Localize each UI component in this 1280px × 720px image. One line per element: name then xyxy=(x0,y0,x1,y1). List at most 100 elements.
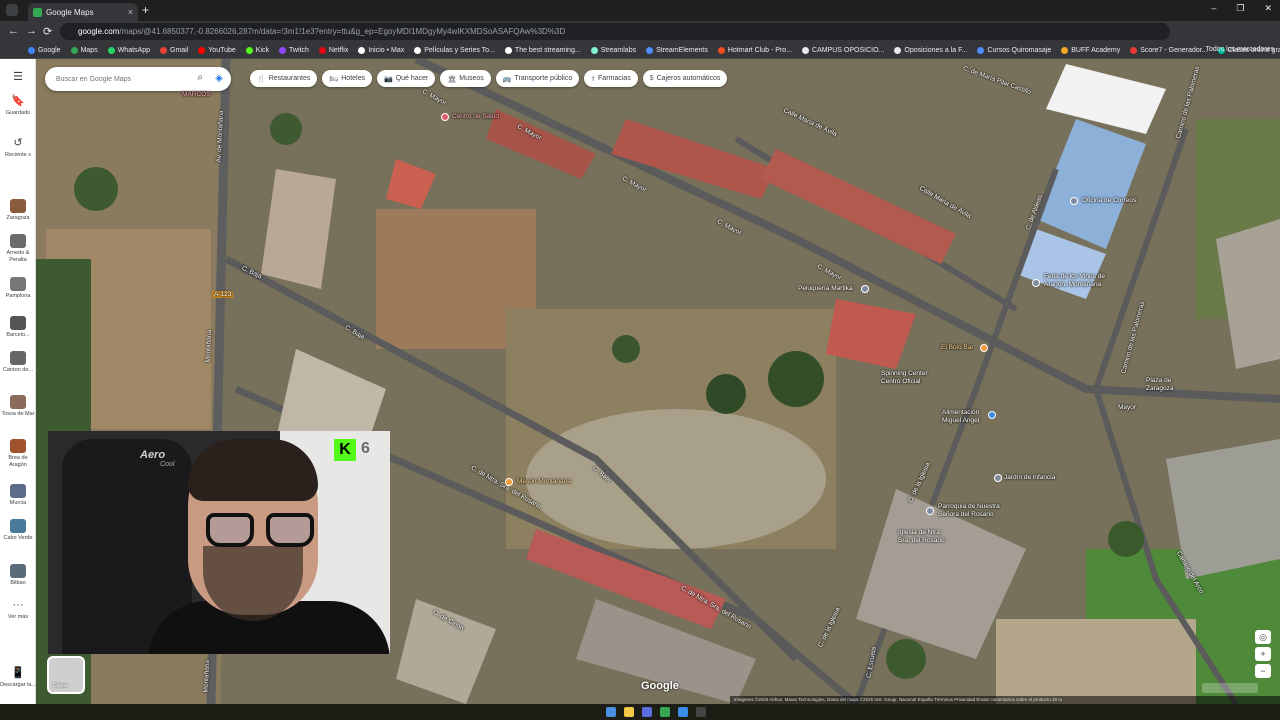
directions-icon[interactable]: ◈ xyxy=(211,71,227,87)
bookmark-item[interactable]: Twitch xyxy=(279,46,309,54)
bookmark-item[interactable]: Cursos Quiromasaje xyxy=(977,46,1051,54)
rail-item-canton-de-[interactable]: Canton de... xyxy=(0,351,36,374)
chip-museos[interactable]: 🏛 Museos xyxy=(440,70,491,87)
download-app-item[interactable]: 📱 Descargar la... xyxy=(0,667,36,689)
rail-item-cabo-verde[interactable]: Cabo Verde xyxy=(0,519,36,542)
new-tab-button[interactable]: + xyxy=(142,3,149,17)
bookmark-label: WhatsApp xyxy=(117,46,150,54)
restaurant-pin-icon[interactable] xyxy=(505,478,513,486)
chip-hoteles[interactable]: 🛏 Hoteles xyxy=(322,70,372,87)
rail-item-barcelo-[interactable]: Barcelo... xyxy=(0,316,36,339)
chair-brand-sub: Cool xyxy=(160,461,175,468)
bookmark-item[interactable]: Score7 - Generador... xyxy=(1130,46,1208,54)
poi-label[interactable]: Peluquería Martika xyxy=(798,285,853,292)
bookmark-favicon-icon xyxy=(977,46,985,54)
bar-pin-icon[interactable] xyxy=(980,344,988,352)
zoom-out-button[interactable]: − xyxy=(1255,664,1271,678)
app-icon[interactable] xyxy=(678,707,688,717)
rail-item-reciente-s[interactable]: ↺ Reciente s xyxy=(0,137,36,159)
poi-label[interactable]: MARCOS xyxy=(182,91,211,98)
chip-transporte-p-blico[interactable]: 🚌 Transporte público xyxy=(495,70,580,87)
rail-item-brea-de-arag-n[interactable]: Brea de Aragón xyxy=(0,439,36,468)
rail-item-ver-m-s[interactable]: ··· Ver más xyxy=(0,599,36,621)
zoom-controls: ◎ + − xyxy=(1255,630,1271,678)
maximize-button[interactable]: ❐ xyxy=(1236,3,1244,14)
poi-label[interactable]: Jardín de infancia xyxy=(1004,474,1055,481)
os-taskbar xyxy=(0,704,1280,720)
obs-icon[interactable] xyxy=(696,707,706,717)
bookmark-item[interactable]: Google xyxy=(28,46,61,54)
all-bookmarks-folder[interactable]: Todos los marcadores xyxy=(1206,46,1274,53)
chip-farmacias[interactable]: ⚕ Farmacias xyxy=(584,70,638,87)
post-office-pin-icon[interactable] xyxy=(1070,197,1078,205)
bookmark-favicon-icon xyxy=(1130,46,1138,54)
bookmark-item[interactable]: Hotmart Club - Pro... xyxy=(717,46,792,54)
poi-label[interactable]: Oficina de Correos xyxy=(1082,197,1136,204)
url-field[interactable]: google.com/maps/@41.6850377,-0.8266026,2… xyxy=(60,23,1170,40)
search-icon[interactable]: ⌕ xyxy=(197,72,203,83)
zoom-in-button[interactable]: + xyxy=(1255,647,1271,661)
reload-button[interactable]: ⟳ xyxy=(43,25,52,38)
file-explorer-icon[interactable] xyxy=(624,707,634,717)
app-icon[interactable] xyxy=(642,707,652,717)
back-button[interactable]: ← xyxy=(8,25,19,37)
poi-label[interactable]: Plaza de Zaragoza xyxy=(1146,377,1186,393)
minimize-button[interactable]: – xyxy=(1211,3,1216,14)
layers-button[interactable]: Capas xyxy=(47,656,85,694)
bookmark-label: Score7 - Generador... xyxy=(1140,46,1208,54)
rail-item-guardado[interactable]: 🔖 Guardado xyxy=(0,95,36,117)
fair-pin-icon[interactable] xyxy=(1032,279,1040,287)
close-window-button[interactable]: ✕ xyxy=(1264,3,1272,14)
rail-item-bilbao[interactable]: Bilbao xyxy=(0,564,36,587)
poi-label[interactable]: Feria de los Vinos de Aragón, Montañana xyxy=(1044,273,1124,289)
poi-label[interactable]: El Bolo Bar xyxy=(941,344,974,351)
rail-item-zaragoza[interactable]: Zaragoza xyxy=(0,199,36,222)
address-bar-row: ← → ⟳ google.com/maps/@41.6850377,-0.826… xyxy=(0,21,1280,42)
poi-label[interactable]: Alimentación Miguel Angel xyxy=(942,409,992,425)
poi-label[interactable]: Spinning Center Centro Oficial xyxy=(881,370,941,386)
search-box[interactable]: Buscar en Google Maps ⌕ ◈ xyxy=(45,67,231,91)
start-icon[interactable] xyxy=(606,707,616,717)
bookmark-item[interactable]: Streamlabs xyxy=(590,46,636,54)
rail-item-tossa-de-mar[interactable]: Tossa de Mar xyxy=(0,395,36,418)
bookmark-item[interactable]: The best streaming... xyxy=(504,46,581,54)
church-pin-icon[interactable] xyxy=(926,507,934,515)
chip-restaurantes[interactable]: 🍴 Restaurantes xyxy=(250,70,318,87)
chip-qu-hacer[interactable]: 📷 Qué hacer xyxy=(376,70,436,87)
bookmark-item[interactable]: Gmail xyxy=(160,46,188,54)
browser-icon[interactable] xyxy=(660,707,670,717)
chip-cajeros-autom-ticos[interactable]: $ Cajeros automáticos xyxy=(642,70,728,87)
shop-pin-icon[interactable] xyxy=(861,285,869,293)
bookmark-item[interactable]: Kick xyxy=(245,46,269,54)
poi-label[interactable]: Iglesia de Ntra. Sra. del Rosario xyxy=(898,529,948,545)
viewer-count: 6 xyxy=(361,440,370,457)
bookmark-item[interactable]: Inicio • Max xyxy=(358,46,404,54)
my-location-button[interactable]: ◎ xyxy=(1255,630,1271,644)
poi-label[interactable]: Parroquia de Nuestra Señora del Rosario xyxy=(938,503,1008,519)
bookmark-item[interactable]: CAMPUS OPOSICIO... xyxy=(802,46,884,54)
bookmark-item[interactable]: Películas y Series To... xyxy=(414,46,495,54)
bookmark-item[interactable]: Oposiciones a la F... xyxy=(894,46,967,54)
poi-label[interactable]: Centro de Salud xyxy=(452,113,499,120)
school-pin-icon[interactable] xyxy=(994,474,1002,482)
bookmark-label: Twitch xyxy=(289,46,309,54)
forward-button[interactable]: → xyxy=(26,25,37,37)
tab-search-icon[interactable] xyxy=(6,4,18,16)
chip-icon: 🛏 xyxy=(329,75,339,83)
bookmark-item[interactable]: StreamElements xyxy=(646,46,708,54)
health-center-pin-icon[interactable] xyxy=(441,113,449,121)
rail-item-arnedo-peralta[interactable]: Arnedo & Peralta xyxy=(0,234,36,263)
poi-label[interactable]: Mesón Montañana xyxy=(517,478,571,485)
bookmark-item[interactable]: Maps xyxy=(70,46,98,54)
browser-tab[interactable]: Google Maps × xyxy=(28,3,138,21)
imagery-strip[interactable] xyxy=(1202,683,1258,693)
bookmark-item[interactable]: Netflix xyxy=(318,46,348,54)
rail-item-pamplona[interactable]: Pamplona xyxy=(0,277,36,300)
bookmark-item[interactable]: YouTube xyxy=(198,46,236,54)
bookmark-item[interactable]: WhatsApp xyxy=(107,46,150,54)
menu-button[interactable]: ☰ xyxy=(0,71,36,86)
bookmark-item[interactable]: BUFF Academy xyxy=(1061,46,1120,54)
history-icon: ↺ xyxy=(13,137,23,149)
tab-close-icon[interactable]: × xyxy=(128,7,133,17)
rail-item-murcia[interactable]: Murcia xyxy=(0,484,36,507)
